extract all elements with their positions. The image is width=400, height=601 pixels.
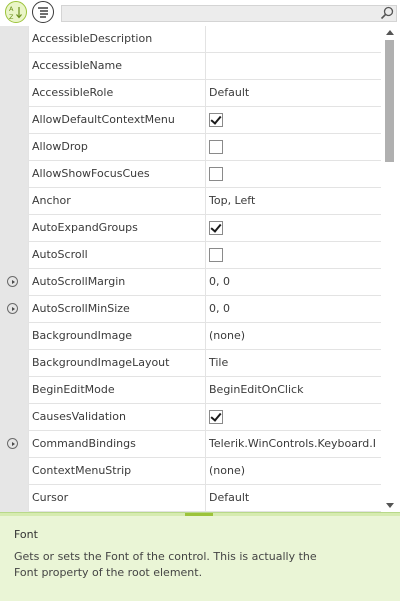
property-row[interactable]: AutoScroll	[0, 242, 381, 269]
property-name: BackgroundImage	[28, 323, 208, 350]
expand-arrow-icon[interactable]	[7, 276, 18, 287]
help-panel: Font Gets or sets the Font of the contro…	[0, 516, 400, 601]
property-row[interactable]: AccessibleRole Default	[0, 80, 381, 107]
property-value[interactable]: (none)	[205, 323, 381, 350]
property-value-cell[interactable]	[205, 242, 381, 269]
property-name: Anchor	[28, 188, 208, 215]
property-name: AutoScrollMargin	[28, 269, 208, 296]
property-row[interactable]: Anchor Top, Left	[0, 188, 381, 215]
property-value-checkbox[interactable]	[209, 221, 223, 235]
property-value[interactable]: BeginEditOnClick	[205, 377, 381, 404]
property-name: ContextMenuStrip	[28, 458, 208, 485]
property-name: BeginEditMode	[28, 377, 208, 404]
property-value-cell[interactable]	[205, 134, 381, 161]
property-name: AccessibleName	[28, 53, 208, 80]
property-row[interactable]: AutoScrollMargin 0, 0	[0, 269, 381, 296]
property-value[interactable]	[205, 26, 381, 53]
property-value[interactable]: Top, Left	[205, 188, 381, 215]
property-value[interactable]: 0, 0	[205, 296, 381, 323]
property-row[interactable]: AutoExpandGroups	[0, 215, 381, 242]
property-value[interactable]: Telerik.WinControls.Keyboard.I	[205, 431, 381, 458]
property-value-checkbox[interactable]	[209, 410, 223, 424]
property-value-cell[interactable]	[205, 215, 381, 242]
property-value-cell[interactable]	[205, 161, 381, 188]
property-name: CommandBindings	[28, 431, 208, 458]
property-row[interactable]: AllowDefaultContextMenu	[0, 107, 381, 134]
property-value-checkbox[interactable]	[209, 248, 223, 262]
categorized-list-icon	[38, 7, 48, 18]
help-title: Font	[14, 528, 38, 541]
property-row[interactable]: AccessibleDescription	[0, 26, 381, 53]
search-icon[interactable]	[380, 6, 394, 20]
sort-alphabetical-button[interactable]: A Z	[5, 1, 27, 23]
property-name: AllowDrop	[28, 134, 208, 161]
property-value-checkbox[interactable]	[209, 167, 223, 181]
sort-alphabetical-icon: A Z	[9, 5, 22, 20]
property-name: AutoExpandGroups	[28, 215, 208, 242]
property-name: AccessibleDescription	[28, 26, 208, 53]
property-value[interactable]: Default	[205, 485, 381, 512]
property-row[interactable]: AccessibleName	[0, 53, 381, 80]
property-value-cell[interactable]	[205, 107, 381, 134]
property-row[interactable]: AllowShowFocusCues	[0, 161, 381, 188]
property-row[interactable]: ContextMenuStrip (none)	[0, 458, 381, 485]
property-rows: AccessibleDescription AccessibleName Acces…	[0, 26, 381, 512]
search-input[interactable]	[62, 6, 380, 21]
svg-text:Z: Z	[9, 13, 14, 20]
property-name: AllowShowFocusCues	[28, 161, 208, 188]
property-name: AutoScrollMinSize	[28, 296, 208, 323]
property-name: BackgroundImageLayout	[28, 350, 208, 377]
property-value[interactable]: Tile	[205, 350, 381, 377]
vertical-scrollbar[interactable]	[383, 26, 397, 512]
property-row[interactable]: Cursor Default	[0, 485, 381, 512]
property-name: CausesValidation	[28, 404, 208, 431]
property-name: Cursor	[28, 485, 208, 512]
property-value[interactable]: 0, 0	[205, 269, 381, 296]
sort-categorized-button[interactable]	[32, 1, 54, 23]
svg-text:A: A	[9, 5, 14, 13]
property-name: AutoScroll	[28, 242, 208, 269]
property-value-cell[interactable]	[205, 404, 381, 431]
property-row[interactable]: BeginEditMode BeginEditOnClick	[0, 377, 381, 404]
property-row[interactable]: CausesValidation	[0, 404, 381, 431]
search-box[interactable]	[61, 5, 397, 22]
property-row[interactable]: AllowDrop	[0, 134, 381, 161]
property-name: AccessibleRole	[28, 80, 208, 107]
scroll-up-arrow-icon[interactable]	[386, 30, 394, 35]
property-grid: AccessibleDescription AccessibleName Acces…	[0, 26, 400, 512]
property-name: AllowDefaultContextMenu	[28, 107, 208, 134]
expand-arrow-icon[interactable]	[7, 438, 18, 449]
property-row[interactable]: CommandBindings Telerik.WinControls.Keybo…	[0, 431, 381, 458]
property-row[interactable]: BackgroundImageLayout Tile	[0, 350, 381, 377]
property-value-checkbox[interactable]	[209, 140, 223, 154]
property-value[interactable]	[205, 53, 381, 80]
property-value[interactable]: Default	[205, 80, 381, 107]
property-row[interactable]: BackgroundImage (none)	[0, 323, 381, 350]
property-grid-toolbar: A Z	[0, 0, 400, 26]
property-row[interactable]: AutoScrollMinSize 0, 0	[0, 296, 381, 323]
expand-arrow-icon[interactable]	[7, 303, 18, 314]
help-description: Gets or sets the Font of the control. Th…	[14, 550, 317, 579]
scrollbar-thumb[interactable]	[385, 40, 394, 162]
property-value[interactable]: (none)	[205, 458, 381, 485]
property-value-checkbox[interactable]	[209, 113, 223, 127]
scroll-down-arrow-icon[interactable]	[386, 503, 394, 508]
